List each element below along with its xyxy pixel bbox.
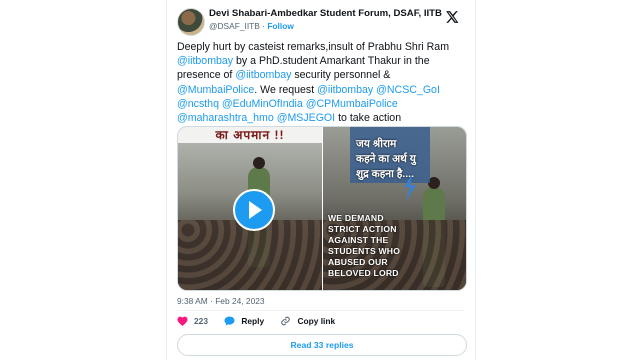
tweet-text-line: @iitbombay by a PhD.student Amarkant Tha…: [177, 54, 467, 68]
mention-link[interactable]: @EduMinOfIndia: [222, 98, 303, 110]
tweet-text-segment: . We request: [254, 83, 318, 96]
video-banner-text: का अपमान !!: [178, 127, 322, 143]
tweet-timestamp[interactable]: 9:38 AM · Feb 24, 2023: [177, 296, 265, 306]
copy-link-button[interactable]: Copy link: [280, 316, 335, 326]
tweet-text-segment: presence of: [177, 69, 236, 82]
reply-label: Reply: [241, 316, 265, 326]
action-bar: 223 Reply Copy link: [177, 316, 349, 330]
read-replies-button[interactable]: Read 33 replies: [177, 334, 467, 356]
mention-link[interactable]: @iitbombay: [177, 55, 233, 67]
mention-link[interactable]: @MSJEGOI: [277, 112, 335, 124]
like-button[interactable]: 223: [177, 316, 208, 326]
reply-button[interactable]: Reply: [224, 316, 264, 326]
play-icon[interactable]: [233, 189, 275, 231]
divider: [177, 310, 465, 311]
like-count: 223: [194, 316, 208, 326]
author-display-name[interactable]: Devi Shabari-Ambedkar Student Forum, DSA…: [209, 8, 442, 19]
avatar[interactable]: [177, 8, 205, 36]
tweet-date: Feb 24, 2023: [215, 296, 265, 306]
demand-text: WE DEMAND STRICT ACTION AGAINST THE STUD…: [328, 213, 401, 278]
mention-link[interactable]: @iitbombay: [317, 84, 373, 96]
author-block: Devi Shabari-Ambedkar Student Forum, DSA…: [209, 8, 442, 31]
tweet-text-line: @maharashtra_hmo @MSJEGOI to take action: [177, 111, 467, 125]
tweet-text-line: @ncsthq @EduMinOfIndia @CPMumbaiPolice: [177, 97, 467, 111]
mention-link[interactable]: @NCSC_GoI: [376, 84, 440, 96]
hindi-caption-line: कहने का अर्थ यु: [356, 153, 416, 165]
tweet-text-segment: Deeply hurt by casteist remarks,insult o…: [177, 41, 450, 53]
author-handle[interactable]: @DSAF_IITB: [209, 21, 260, 31]
mention-link[interactable]: @MumbaiPolice: [177, 84, 254, 96]
video-thumbnail-left[interactable]: का अपमान !!: [178, 127, 322, 290]
lightning-icon: [404, 175, 416, 201]
link-icon: [281, 316, 291, 326]
mention-link[interactable]: @iitbombay: [235, 69, 291, 81]
tweet-text-line: presence of @iitbombay security personne…: [177, 68, 467, 82]
mention-link[interactable]: @ncsthq: [177, 98, 219, 110]
tweet-media[interactable]: का अपमान !! जय श्रीराम कहने का अर्थ यु श…: [177, 126, 467, 291]
tweet-body: Deeply hurt by casteist remarks,insult o…: [177, 40, 467, 125]
copy-link-label: Copy link: [297, 316, 336, 326]
tweet-time: 9:38 AM: [177, 296, 208, 306]
tweet-text-line: @MumbaiPolice. We request @iitbombay @NC…: [177, 83, 467, 97]
follow-button[interactable]: Follow: [267, 21, 294, 31]
mention-link[interactable]: @maharashtra_hmo: [177, 112, 274, 124]
tweet-text-segment: to take action: [335, 112, 402, 125]
hindi-caption-line: जय श्रीराम: [356, 138, 397, 150]
tweet-text-segment: by a PhD.student Amarkant Thakur in the: [233, 55, 430, 68]
tweet-text-line: Deeply hurt by casteist remarks,insult o…: [177, 40, 467, 54]
tweet-card: Devi Shabari-Ambedkar Student Forum, DSA…: [166, 0, 476, 360]
x-logo-icon[interactable]: [445, 10, 459, 24]
tweet-text-segment: security personnel &: [291, 69, 391, 82]
person-head: [253, 157, 265, 169]
author-handle-row: @DSAF_IITB · Follow: [209, 21, 442, 31]
heart-icon: [177, 316, 188, 326]
reply-bubble-icon: [224, 316, 235, 326]
tweet-header: Devi Shabari-Ambedkar Student Forum, DSA…: [177, 6, 465, 36]
mention-link[interactable]: @CPMumbaiPolice: [306, 98, 398, 110]
